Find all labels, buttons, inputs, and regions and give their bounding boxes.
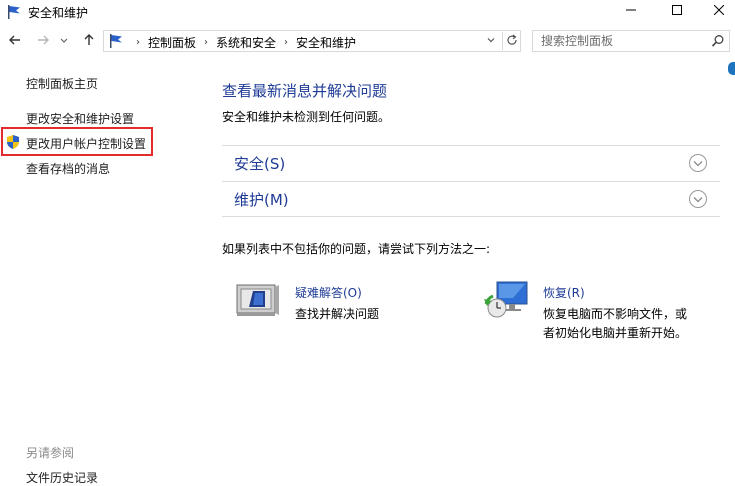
window-title: 安全和维护 [28, 6, 89, 20]
arrow-up-icon [82, 33, 96, 50]
breadcrumb-security-maintenance[interactable]: 安全和维护 [296, 34, 356, 51]
close-icon [713, 4, 725, 18]
recovery-description: 恢复电脑而不影响文件，或者初始化电脑并重新开始。 [543, 307, 688, 340]
highlight-box [1, 127, 153, 156]
chevron-right-icon[interactable]: › [204, 37, 208, 48]
chevron-down-circle-icon[interactable] [688, 189, 708, 209]
maximize-button[interactable] [660, 0, 694, 22]
troubleshooting-icon[interactable] [235, 281, 281, 319]
chevron-down-circle-icon[interactable] [688, 153, 708, 173]
flag-icon [6, 4, 22, 20]
page-title: 查看最新消息并解决问题 [222, 82, 388, 100]
up-button[interactable] [80, 32, 98, 50]
forward-button[interactable] [34, 32, 52, 50]
breadcrumb: › 控制面板 › 系统和安全 › 安全和维护 [128, 34, 356, 50]
recovery-link[interactable]: 恢复(R) [543, 284, 585, 301]
see-also-heading: 另请参阅 [26, 446, 75, 460]
section-security-label: 安全(S) [234, 155, 286, 173]
status-message: 安全和维护未检测到任何问题。 [222, 110, 391, 124]
file-history-link[interactable]: 文件历史记录 [26, 469, 98, 486]
minimize-button[interactable] [614, 0, 648, 22]
breadcrumb-system-security[interactable]: 系统和安全 [216, 34, 276, 51]
refresh-button[interactable] [502, 32, 520, 50]
title-bar: 安全和维护 [0, 0, 735, 26]
section-maintenance[interactable]: 维护(M) [222, 181, 720, 217]
chevron-right-icon[interactable]: › [284, 37, 288, 48]
troubleshooting-description: 查找并解决问题 [295, 307, 380, 321]
chevron-right-icon[interactable]: › [136, 37, 140, 48]
arrow-left-icon [8, 33, 22, 50]
chevron-down-icon [60, 34, 68, 48]
section-maintenance-label: 维护(M) [234, 191, 289, 209]
address-dropdown-button[interactable] [484, 34, 498, 48]
view-archived-messages-link[interactable]: 查看存档的消息 [26, 160, 110, 177]
side-indicator [728, 62, 735, 75]
navigation-bar: › 控制面板 › 系统和安全 › 安全和维护 [0, 28, 735, 56]
troubleshooting-link[interactable]: 疑难解答(O) [295, 284, 362, 301]
close-button[interactable] [702, 0, 735, 22]
change-security-settings-link[interactable]: 更改安全和维护设置 [26, 110, 134, 127]
flag-icon [108, 33, 124, 49]
search-box [532, 30, 730, 52]
breadcrumb-control-panel[interactable]: 控制面板 [148, 34, 196, 51]
search-icon[interactable] [711, 34, 725, 48]
back-button[interactable] [6, 32, 24, 50]
minimize-icon [626, 4, 636, 18]
section-security[interactable]: 安全(S) [222, 145, 720, 181]
arrow-right-icon [36, 33, 50, 50]
suggestion-text: 如果列表中不包括你的问题，请尝试下列方法之一: [222, 242, 491, 256]
search-input[interactable] [533, 31, 709, 51]
chevron-down-icon [486, 34, 496, 48]
address-bar[interactable]: › 控制面板 › 系统和安全 › 安全和维护 [103, 30, 521, 52]
refresh-icon [506, 34, 518, 49]
recovery-icon[interactable] [483, 280, 531, 322]
maximize-icon [672, 4, 682, 18]
control-panel-home-link[interactable]: 控制面板主页 [26, 75, 98, 92]
recent-locations-button[interactable] [58, 32, 70, 50]
